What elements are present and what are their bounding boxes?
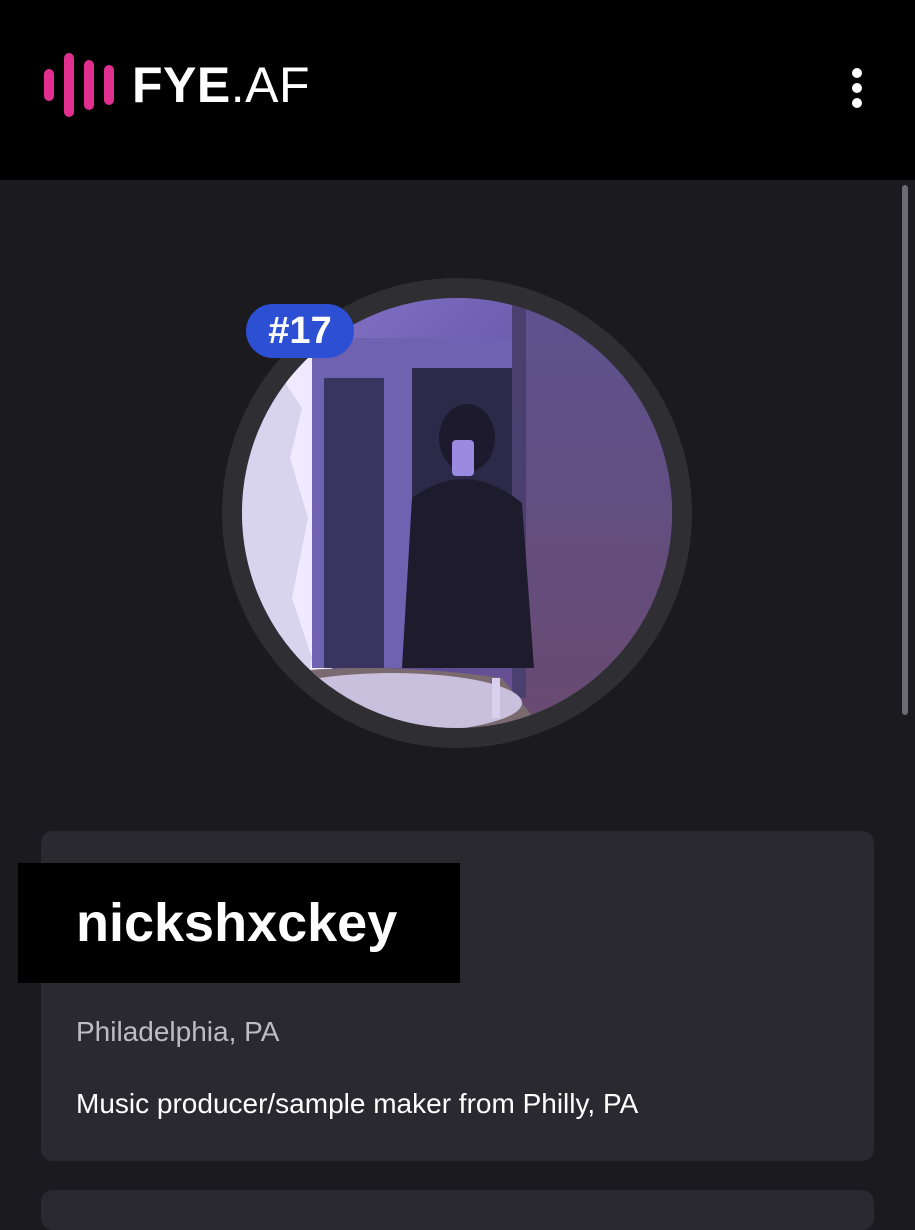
brand-name-light: .AF: [230, 57, 311, 113]
username: nickshxckey: [18, 863, 460, 983]
scrollbar-thumb[interactable]: [902, 185, 908, 715]
more-vertical-icon[interactable]: [838, 64, 876, 112]
brand-name: FYE.AF: [132, 60, 310, 110]
next-section-card: [41, 1190, 874, 1230]
brand-name-strong: FYE: [132, 57, 231, 113]
avatar-photo-image: [242, 298, 672, 728]
equalizer-logo-icon: [44, 50, 114, 120]
location-text: Philadelphia, PA: [76, 1016, 280, 1047]
avatar[interactable]: [242, 298, 672, 728]
brand-logo[interactable]: FYE.AF: [44, 50, 310, 120]
bio-text: Music producer/sample maker from Philly,…: [76, 1088, 639, 1119]
rank-badge: #17: [246, 304, 354, 358]
top-bar: FYE.AF: [0, 0, 915, 180]
